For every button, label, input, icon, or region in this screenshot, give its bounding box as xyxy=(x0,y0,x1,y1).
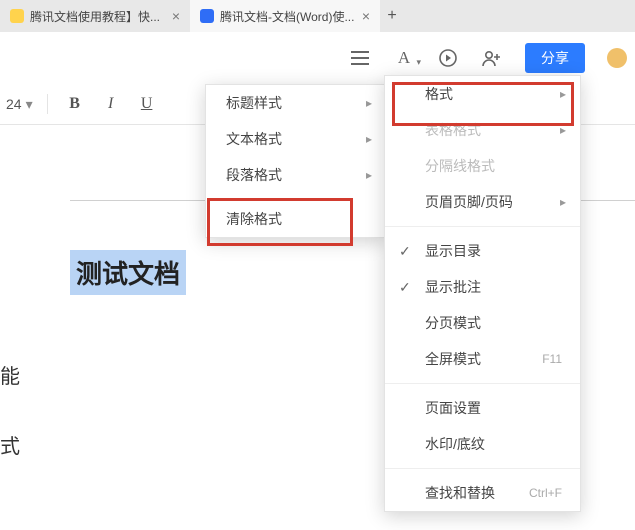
close-icon[interactable]: × xyxy=(362,9,370,23)
menu-item-divider-format: 分隔线格式 xyxy=(385,148,580,184)
menu-divider xyxy=(385,226,580,227)
font-size-selector[interactable]: 24 ▾ xyxy=(6,96,33,113)
menu-item-paged-mode[interactable]: 分页模式 xyxy=(385,305,580,341)
underline-button[interactable]: U xyxy=(134,91,160,117)
menu-item-label: 显示批注 xyxy=(425,277,481,297)
share-button[interactable]: 分享 xyxy=(525,43,585,73)
menu-item-clear-format[interactable]: 清除格式 xyxy=(206,201,386,237)
menu-item-label: 分页模式 xyxy=(425,313,481,333)
menu-item-label: 查找和替换 xyxy=(425,483,495,503)
menu-item-fullscreen[interactable]: 全屏模式 F11 xyxy=(385,341,580,377)
menu-divider xyxy=(385,383,580,384)
new-tab-button[interactable]: + xyxy=(380,0,404,32)
body-text: 式 xyxy=(0,430,20,459)
italic-button[interactable]: I xyxy=(98,91,124,117)
close-icon[interactable]: × xyxy=(172,9,180,23)
menu-item-label: 水印/底纹 xyxy=(425,434,485,454)
check-icon: ✓ xyxy=(399,279,411,296)
menu-item-label: 全屏模式 xyxy=(425,349,481,369)
avatar[interactable] xyxy=(607,48,627,68)
check-icon: ✓ xyxy=(399,243,411,260)
tab-title: 腾讯文档使用教程】快... xyxy=(30,8,166,25)
separator xyxy=(47,94,48,114)
menu-item-find-replace[interactable]: 查找和替换 Ctrl+F xyxy=(385,475,580,511)
favicon-icon xyxy=(10,9,24,23)
menu-item-label: 标题样式 xyxy=(226,93,282,113)
menu-item-paragraph-format[interactable]: 段落格式 ▸ xyxy=(206,157,386,193)
menu-item-label: 页面设置 xyxy=(425,398,481,418)
menu-item-label: 分隔线格式 xyxy=(425,156,495,176)
chevron-right-icon: ▸ xyxy=(560,123,566,137)
browser-tab-1[interactable]: 腾讯文档-文档(Word)使... × xyxy=(190,0,380,32)
chevron-right-icon: ▸ xyxy=(560,195,566,209)
tab-title: 腾讯文档-文档(Word)使... xyxy=(220,8,356,25)
browser-tab-0[interactable]: 腾讯文档使用教程】快... × xyxy=(0,0,190,32)
add-person-icon[interactable] xyxy=(481,47,503,69)
menu-item-label: 页眉页脚/页码 xyxy=(425,192,513,212)
chevron-right-icon: ▸ xyxy=(366,96,372,110)
context-menu-format-sub: 标题样式 ▸ 文本格式 ▸ 段落格式 ▸ 清除格式 xyxy=(205,84,387,238)
app-topbar: A ▾ 分享 xyxy=(0,40,635,76)
chevron-right-icon: ▸ xyxy=(366,132,372,146)
menu-item-header-footer[interactable]: 页眉页脚/页码 ▸ xyxy=(385,184,580,220)
menu-item-show-outline[interactable]: ✓ 显示目录 xyxy=(385,233,580,269)
menu-item-heading-style[interactable]: 标题样式 ▸ xyxy=(206,85,386,121)
favicon-icon xyxy=(200,9,214,23)
chevron-down-icon: ▾ xyxy=(26,96,33,113)
body-text: 能 xyxy=(0,360,20,389)
selected-text[interactable]: 测试文档 xyxy=(70,250,186,295)
menu-item-label: 显示目录 xyxy=(425,241,481,261)
menu-item-watermark[interactable]: 水印/底纹 xyxy=(385,426,580,462)
font-size-value: 24 xyxy=(6,96,22,112)
menu-divider xyxy=(385,468,580,469)
bold-button[interactable]: B xyxy=(62,91,88,117)
chevron-right-icon: ▸ xyxy=(366,168,372,182)
menu-item-show-comments[interactable]: ✓ 显示批注 xyxy=(385,269,580,305)
browser-tab-strip: 腾讯文档使用教程】快... × 腾讯文档-文档(Word)使... × + xyxy=(0,0,635,32)
menu-item-label: 格式 xyxy=(425,84,453,104)
chevron-right-icon: ▸ xyxy=(560,87,566,101)
format-dropdown-menu: 格式 ▸ 表格格式 ▸ 分隔线格式 页眉页脚/页码 ▸ ✓ 显示目录 ✓ 显示批… xyxy=(384,75,581,512)
menu-item-page-setup[interactable]: 页面设置 xyxy=(385,390,580,426)
menu-icon[interactable] xyxy=(349,47,371,69)
format-icon[interactable]: A ▾ xyxy=(393,47,415,69)
menu-item-table-format: 表格格式 ▸ xyxy=(385,112,580,148)
menu-item-format[interactable]: 格式 ▸ xyxy=(385,76,580,112)
menu-item-label: 文本格式 xyxy=(226,129,282,149)
menu-item-label: 表格格式 xyxy=(425,120,481,140)
shortcut-label: Ctrl+F xyxy=(529,486,562,500)
menu-item-text-format[interactable]: 文本格式 ▸ xyxy=(206,121,386,157)
play-icon[interactable] xyxy=(437,47,459,69)
menu-item-label: 清除格式 xyxy=(226,209,282,229)
menu-item-label: 段落格式 xyxy=(226,165,282,185)
shortcut-label: F11 xyxy=(542,352,562,366)
